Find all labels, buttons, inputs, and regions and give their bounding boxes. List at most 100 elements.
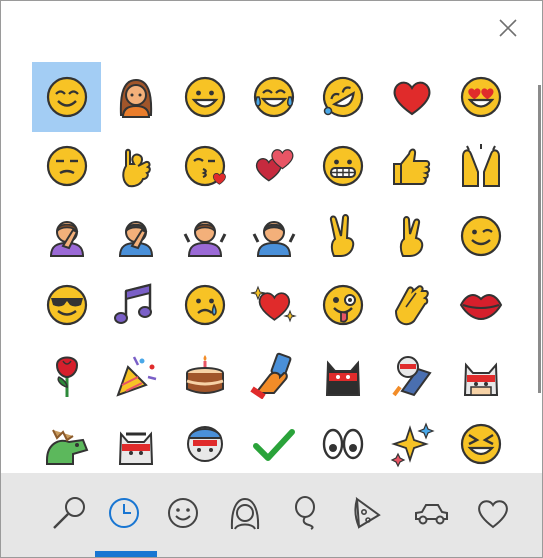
emoji-cell[interactable] <box>32 340 101 410</box>
party-popper-icon <box>115 356 156 397</box>
thumbs-up-icon <box>392 148 430 186</box>
emoji-cell[interactable] <box>377 271 446 341</box>
smiley-icon <box>168 498 198 528</box>
emoji-cell[interactable] <box>446 410 515 480</box>
emoji-cell[interactable] <box>377 201 446 271</box>
emoji-cell[interactable] <box>308 132 377 202</box>
emoji-cell[interactable] <box>32 132 101 202</box>
grimacing-face-icon <box>322 146 363 187</box>
emoji-cell[interactable] <box>239 340 308 410</box>
emoji-cell[interactable] <box>446 271 515 341</box>
selfie-icon <box>249 352 291 399</box>
two-hearts-icon <box>255 149 293 182</box>
ninja-cat-icon <box>325 360 360 396</box>
rose-icon <box>55 356 78 397</box>
emoji-cell[interactable] <box>170 271 239 341</box>
emoji-cell[interactable] <box>446 62 515 132</box>
emoji-cell[interactable] <box>170 410 239 480</box>
rolling-laughing-face-icon <box>322 76 363 117</box>
category-tab[interactable] <box>463 473 523 553</box>
crossed-fingers-icon <box>399 215 423 257</box>
emoji-cell[interactable] <box>239 62 308 132</box>
red-heart-icon <box>393 81 430 115</box>
emoji-cell[interactable] <box>170 132 239 202</box>
emoji-panel <box>0 0 543 558</box>
heart-outline-icon <box>478 500 508 529</box>
victory-hand-icon <box>329 213 354 257</box>
sparkles-icon <box>390 422 435 468</box>
category-tab[interactable] <box>401 473 461 553</box>
dino-cat-icon <box>45 429 88 466</box>
emoji-cell[interactable] <box>101 132 170 202</box>
emoji-cell[interactable] <box>101 340 170 410</box>
category-tab[interactable] <box>337 473 397 553</box>
car-icon <box>415 504 448 525</box>
emoji-cell[interactable] <box>32 271 101 341</box>
category-tab[interactable] <box>153 473 213 553</box>
astro-cat-icon <box>391 355 432 396</box>
ok-hand-icon <box>121 149 151 188</box>
category-tab[interactable] <box>215 473 275 553</box>
kissing-face-icon <box>184 146 226 187</box>
emoji-cell[interactable] <box>32 201 101 271</box>
category-tab-bar <box>1 473 542 557</box>
emoji-cell[interactable] <box>446 132 515 202</box>
unamused-face-icon <box>46 146 87 187</box>
category-tab[interactable] <box>37 473 97 553</box>
emoji-grid <box>32 62 522 479</box>
people-icon <box>230 497 260 530</box>
heart-eyes-face-icon <box>460 76 501 117</box>
man-facepalm-icon <box>118 220 153 257</box>
emoji-cell[interactable] <box>170 201 239 271</box>
grinning-face-icon <box>184 76 225 117</box>
musical-notes-icon <box>113 283 152 325</box>
close-button[interactable] <box>491 13 525 43</box>
smiling-face-icon <box>46 76 87 117</box>
close-icon <box>499 19 517 37</box>
emoji-cell[interactable] <box>32 62 101 132</box>
emoji-cell[interactable] <box>239 201 308 271</box>
category-tab[interactable] <box>94 473 154 553</box>
kiss-lips-icon <box>459 294 502 321</box>
emoji-cell[interactable] <box>101 62 170 132</box>
birthday-cake-icon <box>185 354 224 394</box>
emoji-cell[interactable] <box>308 410 377 480</box>
crying-face-icon <box>184 285 225 326</box>
emoji-cell[interactable] <box>446 340 515 410</box>
emoji-cell[interactable] <box>170 62 239 132</box>
check-mark-icon <box>252 429 295 462</box>
clapping-hands-icon <box>394 285 429 326</box>
balloon-icon <box>295 496 315 530</box>
woman-icon <box>119 78 152 118</box>
emoji-cell[interactable] <box>239 132 308 202</box>
emoji-cell[interactable] <box>308 271 377 341</box>
emoji-cell[interactable] <box>239 410 308 480</box>
hipster-cat-icon <box>463 362 498 396</box>
pizza-icon <box>354 496 381 529</box>
emoji-cell[interactable] <box>239 271 308 341</box>
emoji-cell[interactable] <box>170 340 239 410</box>
sunglasses-face-icon <box>46 285 87 326</box>
emoji-cell[interactable] <box>101 201 170 271</box>
emoji-cell[interactable] <box>308 340 377 410</box>
woman-shrugging-icon <box>183 220 226 257</box>
squinting-face-icon <box>460 424 501 465</box>
woman-facepalm-icon <box>49 220 84 257</box>
winking-face-icon <box>460 215 501 256</box>
emoji-cell[interactable] <box>446 201 515 271</box>
emoji-cell[interactable] <box>101 410 170 480</box>
scrollbar[interactable] <box>538 85 541 393</box>
raising-hands-icon <box>461 144 500 188</box>
emoji-cell[interactable] <box>308 62 377 132</box>
emoji-cell[interactable] <box>377 340 446 410</box>
category-tab[interactable] <box>277 473 337 553</box>
emoji-cell[interactable] <box>377 62 446 132</box>
emoji-cell[interactable] <box>377 410 446 480</box>
emoji-cell[interactable] <box>308 201 377 271</box>
emoji-cell[interactable] <box>101 271 170 341</box>
eyes-icon <box>322 429 363 460</box>
search-icon <box>53 497 85 529</box>
emoji-cell[interactable] <box>377 132 446 202</box>
emoji-cell[interactable] <box>32 410 101 480</box>
zany-face-icon <box>322 285 363 326</box>
